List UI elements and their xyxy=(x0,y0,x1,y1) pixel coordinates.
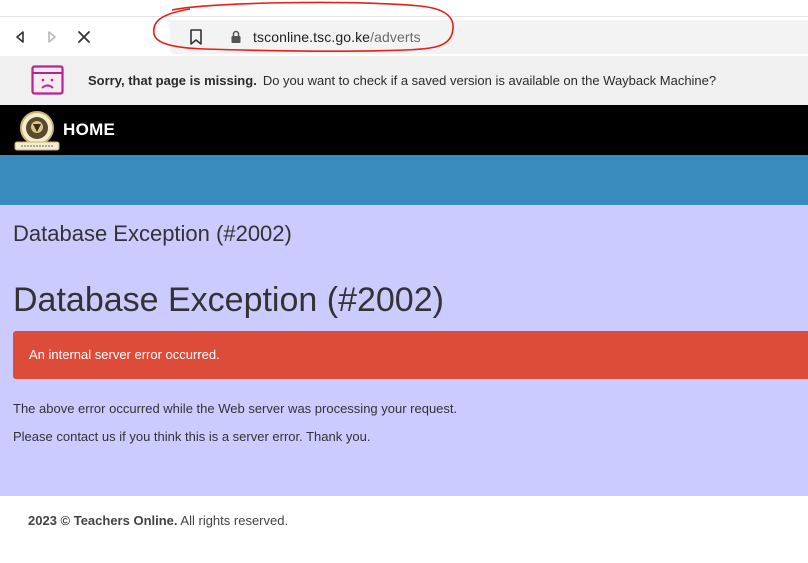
close-icon xyxy=(78,31,90,43)
bookmark-icon[interactable] xyxy=(189,28,203,46)
forward-button[interactable] xyxy=(41,26,63,48)
back-arrow-icon xyxy=(16,31,24,43)
notice-text[interactable]: Sorry, that page is missing. Do you want … xyxy=(88,73,716,88)
site-navbar: HOME xyxy=(0,105,808,155)
error-message-2: Please contact us if you think this is a… xyxy=(13,429,371,444)
lock-icon[interactable] xyxy=(230,30,242,44)
toolbar-divider xyxy=(0,16,808,17)
home-link[interactable]: HOME xyxy=(63,120,115,140)
breadcrumb-title: Database Exception (#2002) xyxy=(13,221,292,246)
url-path: /adverts xyxy=(370,29,421,45)
sad-page-icon xyxy=(31,65,64,95)
wayback-notification-bar: Sorry, that page is missing. Do you want … xyxy=(0,56,808,105)
browser-toolbar: tsconline.tsc.go.ke/adverts xyxy=(0,0,808,56)
header-band xyxy=(0,155,808,205)
back-button[interactable] xyxy=(9,26,31,48)
error-message-1: The above error occurred while the Web s… xyxy=(13,401,458,416)
notice-message: Do you want to check if a saved version … xyxy=(262,73,717,88)
footer: 2023 © Teachers Online. All rights reser… xyxy=(28,513,288,528)
footer-copyright: 2023 © Teachers Online. xyxy=(28,513,178,528)
url-text[interactable]: tsconline.tsc.go.ke/adverts xyxy=(253,29,421,45)
error-alert-text: An internal server error occurred. xyxy=(29,347,220,362)
notice-title: Sorry, that page is missing. xyxy=(88,73,257,88)
error-alert: An internal server error occurred. xyxy=(13,331,808,379)
stop-button[interactable] xyxy=(73,26,95,48)
footer-rights: All rights reserved. xyxy=(177,513,289,528)
page-title: Database Exception (#2002) xyxy=(13,281,444,319)
main-content: Database Exception (#2002) Database Exce… xyxy=(0,205,808,496)
tsc-logo[interactable] xyxy=(13,110,61,152)
url-domain: tsconline.tsc.go.ke xyxy=(253,29,371,45)
forward-arrow-icon xyxy=(48,31,56,43)
